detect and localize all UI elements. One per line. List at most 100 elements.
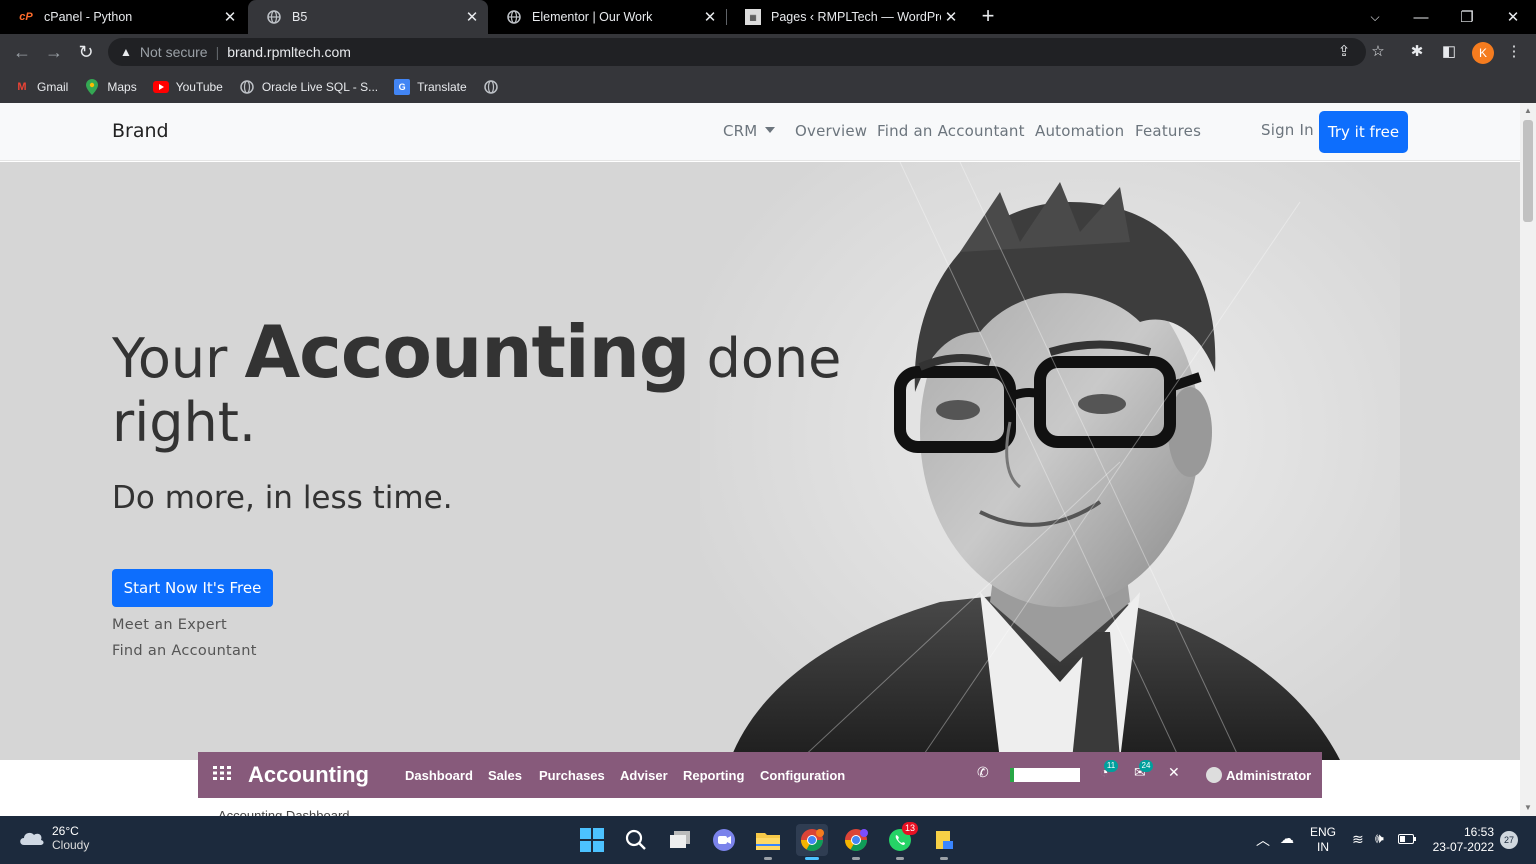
- bookmark-star-icon[interactable]: ☆: [1368, 42, 1388, 60]
- language-indicator[interactable]: ENG IN: [1310, 825, 1336, 855]
- hero-title-big: Accounting: [244, 310, 690, 394]
- nav-features[interactable]: Features: [1135, 122, 1201, 140]
- close-icon[interactable]: ✕: [941, 8, 961, 26]
- tab-cpanel[interactable]: cP cPanel - Python ✕: [0, 0, 246, 34]
- odoo-menu-adviser[interactable]: Adviser: [620, 768, 668, 783]
- scroll-thumb[interactable]: [1523, 120, 1533, 222]
- weather-widget[interactable]: 26°C Cloudy: [18, 824, 89, 852]
- start-button[interactable]: [576, 824, 608, 856]
- odoo-user-name: Administrator: [1226, 767, 1312, 783]
- weather-temp: 26°C: [52, 824, 79, 838]
- bookmark-gmail[interactable]: M Gmail: [14, 79, 68, 95]
- search-icon[interactable]: [620, 824, 652, 856]
- tab-search-icon[interactable]: ⌵: [1352, 0, 1398, 34]
- forward-icon[interactable]: →: [42, 40, 66, 64]
- whatsapp-icon[interactable]: 13: [884, 822, 919, 860]
- chrome-profile-icon[interactable]: [840, 824, 872, 860]
- bookmark-youtube[interactable]: YouTube: [152, 79, 223, 95]
- messages-badge: 24: [1139, 760, 1153, 772]
- teams-chat-icon[interactable]: [708, 824, 740, 856]
- nav-automation[interactable]: Automation: [1035, 122, 1124, 140]
- file-explorer-icon[interactable]: [752, 824, 784, 860]
- nav-crm-dropdown[interactable]: CRM: [723, 122, 776, 140]
- bookmarks-bar: M Gmail Maps YouTube Oracle Live SQL - S…: [0, 70, 1536, 103]
- hero-section: Your Accounting done right. Do more, in …: [0, 162, 1520, 760]
- show-hidden-icons[interactable]: ︿: [1256, 830, 1270, 850]
- bookmark-label: Maps: [107, 79, 137, 94]
- odoo-menu-reporting[interactable]: Reporting: [683, 768, 744, 783]
- scroll-up-icon[interactable]: ▲: [1524, 106, 1532, 115]
- chrome-icon[interactable]: [796, 824, 828, 860]
- sticky-notes-icon[interactable]: [928, 824, 960, 860]
- address-bar[interactable]: ▲ Not secure | brand.rpmltech.com ⇪ ☆: [108, 38, 1385, 66]
- odoo-menu-sales[interactable]: Sales: [488, 768, 522, 783]
- tab-strip: cP cPanel - Python ✕ B5 ✕ Elementor | Ou…: [0, 0, 1536, 34]
- hero-title: Your Accounting done right.: [112, 316, 852, 455]
- menu-icon[interactable]: ⋮: [1502, 40, 1526, 64]
- tab-title: Elementor | Our Work: [532, 10, 653, 24]
- notification-badge[interactable]: 27: [1500, 831, 1518, 849]
- try-free-button[interactable]: Try it free: [1319, 111, 1408, 153]
- odoo-search-field[interactable]: [1010, 768, 1080, 782]
- new-tab-button[interactable]: +: [976, 5, 1000, 29]
- dashboard-preview: Accounting Dashboard: [200, 800, 1320, 816]
- odoo-user-menu[interactable]: Administrator: [1206, 767, 1311, 783]
- url-text[interactable]: brand.rpmltech.com: [227, 44, 351, 60]
- brand-logo[interactable]: Brand: [112, 120, 169, 142]
- close-icon[interactable]: ✕: [1168, 764, 1180, 781]
- close-icon[interactable]: ✕: [462, 8, 482, 26]
- profile-avatar[interactable]: K: [1472, 42, 1494, 64]
- meet-expert-link[interactable]: Meet an Expert: [112, 617, 227, 633]
- tab-wordpress[interactable]: ▦ Pages ‹ RMPLTech — WordPress ✕: [727, 0, 967, 34]
- security-label[interactable]: Not secure: [140, 44, 208, 60]
- running-indicator: [852, 857, 860, 860]
- extensions-icon[interactable]: ✱: [1405, 40, 1429, 64]
- minimize-button[interactable]: —: [1398, 0, 1444, 34]
- phone-icon[interactable]: ✆: [977, 764, 989, 781]
- battery-icon[interactable]: [1398, 833, 1416, 847]
- odoo-menu-purchases[interactable]: Purchases: [539, 768, 605, 783]
- page-viewport: Brand CRM Overview Find an Accountant Au…: [0, 103, 1520, 816]
- nav-find-accountant[interactable]: Find an Accountant: [877, 122, 1025, 140]
- warning-icon[interactable]: ▲: [120, 45, 132, 59]
- reload-icon[interactable]: ↻: [74, 40, 98, 64]
- caret-down-icon: [765, 127, 776, 133]
- close-icon[interactable]: ✕: [220, 8, 240, 26]
- onedrive-icon[interactable]: ☁: [1280, 830, 1294, 847]
- clock[interactable]: 16:53 23-07-2022: [1428, 825, 1494, 855]
- hero-title-line2: right.: [112, 391, 257, 454]
- find-accountant-link[interactable]: Find an Accountant: [112, 643, 257, 659]
- back-icon[interactable]: ←: [10, 40, 34, 64]
- tab-b5[interactable]: B5 ✕: [248, 0, 488, 34]
- lang-bottom: IN: [1317, 840, 1329, 854]
- restore-button[interactable]: ❐: [1444, 0, 1490, 34]
- hero-subtitle: Do more, in less time.: [112, 480, 453, 516]
- bookmark-oracle[interactable]: Oracle Live SQL - S...: [239, 79, 378, 95]
- translate-icon: G: [394, 78, 411, 95]
- odoo-menu-configuration[interactable]: Configuration: [760, 768, 845, 783]
- close-window-button[interactable]: ✕: [1490, 0, 1536, 34]
- nav-overview[interactable]: Overview: [795, 122, 867, 140]
- bookmark-label: Gmail: [37, 79, 69, 94]
- task-view-icon[interactable]: [664, 824, 696, 856]
- sign-in-link[interactable]: Sign In: [1261, 121, 1314, 139]
- tab-title: Pages ‹ RMPLTech — WordPress: [771, 10, 941, 24]
- wifi-icon[interactable]: ≋: [1352, 831, 1364, 848]
- odoo-menu-dashboard[interactable]: Dashboard: [405, 768, 473, 783]
- bookmark-maps[interactable]: Maps: [84, 78, 137, 95]
- clock-time: 16:53: [1463, 825, 1494, 839]
- apps-grid-icon[interactable]: [213, 765, 233, 785]
- bookmark-globe[interactable]: [483, 79, 506, 95]
- running-indicator: [940, 857, 948, 860]
- bookmark-translate[interactable]: G Translate: [394, 78, 467, 95]
- volume-icon[interactable]: 🕪: [1375, 830, 1384, 847]
- scroll-down-icon[interactable]: ▼: [1524, 803, 1532, 812]
- divider: |: [215, 44, 220, 60]
- close-icon[interactable]: ✕: [700, 8, 720, 26]
- share-icon[interactable]: ⇪: [1334, 42, 1354, 60]
- tab-elementor[interactable]: Elementor | Our Work ✕: [488, 0, 726, 34]
- start-now-button[interactable]: Start Now It's Free: [112, 569, 273, 607]
- side-panel-icon[interactable]: ◧: [1437, 40, 1461, 64]
- page-scrollbar[interactable]: ▲ ▼: [1520, 103, 1536, 816]
- dashboard-title: Accounting Dashboard: [218, 808, 350, 816]
